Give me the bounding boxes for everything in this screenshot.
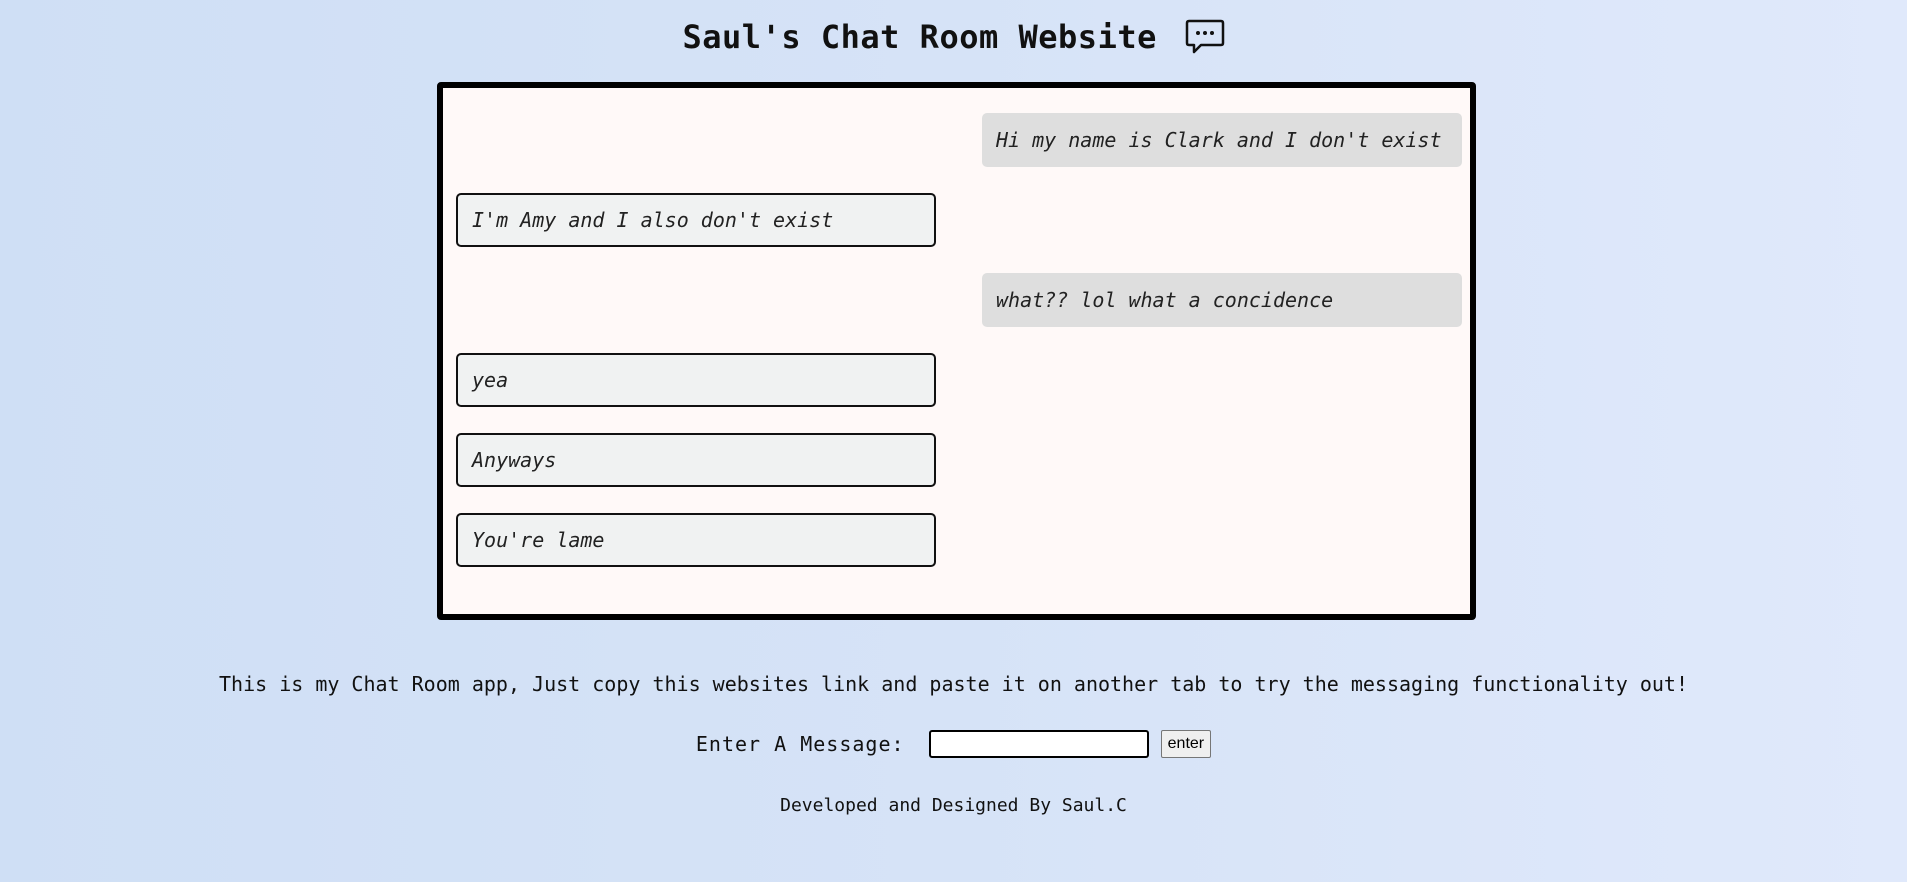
page-header: Saul's Chat Room Website	[0, 18, 1907, 68]
message-bubble-left: yea	[456, 353, 936, 407]
message-bubble-right: Hi my name is Clark and I don't exist	[982, 113, 1462, 167]
message-bubble-left: You're lame	[456, 513, 936, 567]
app-description: This is my Chat Room app, Just copy this…	[218, 672, 1688, 696]
message-bubble-right: what?? lol what a concidence	[982, 273, 1462, 327]
message-text: yea	[472, 368, 509, 392]
message-text: what?? lol what a concidence	[996, 288, 1334, 312]
message-text: I'm Amy and I also don't exist	[472, 208, 834, 232]
message-text: Hi my name is Clark and I don't exist	[996, 128, 1442, 152]
message-input-label: Enter A Message:	[695, 732, 905, 756]
message-text: Anyways	[472, 448, 557, 472]
message-bubble-left: Anyways	[456, 433, 936, 487]
page-title: Saul's Chat Room Website	[682, 18, 1157, 56]
speech-bubble-icon	[1185, 19, 1225, 55]
enter-button[interactable]: enter	[1160, 730, 1212, 758]
chat-window: Hi my name is Clark and I don't exist I'…	[437, 82, 1476, 620]
message-entry-row: Enter A Message: enter	[0, 730, 1907, 758]
message-bubble-left: I'm Amy and I also don't exist	[456, 193, 936, 247]
message-input[interactable]	[928, 730, 1149, 758]
footer-credit: Developed and Designed By Saul.C	[780, 795, 1127, 816]
message-text: You're lame	[472, 528, 605, 552]
